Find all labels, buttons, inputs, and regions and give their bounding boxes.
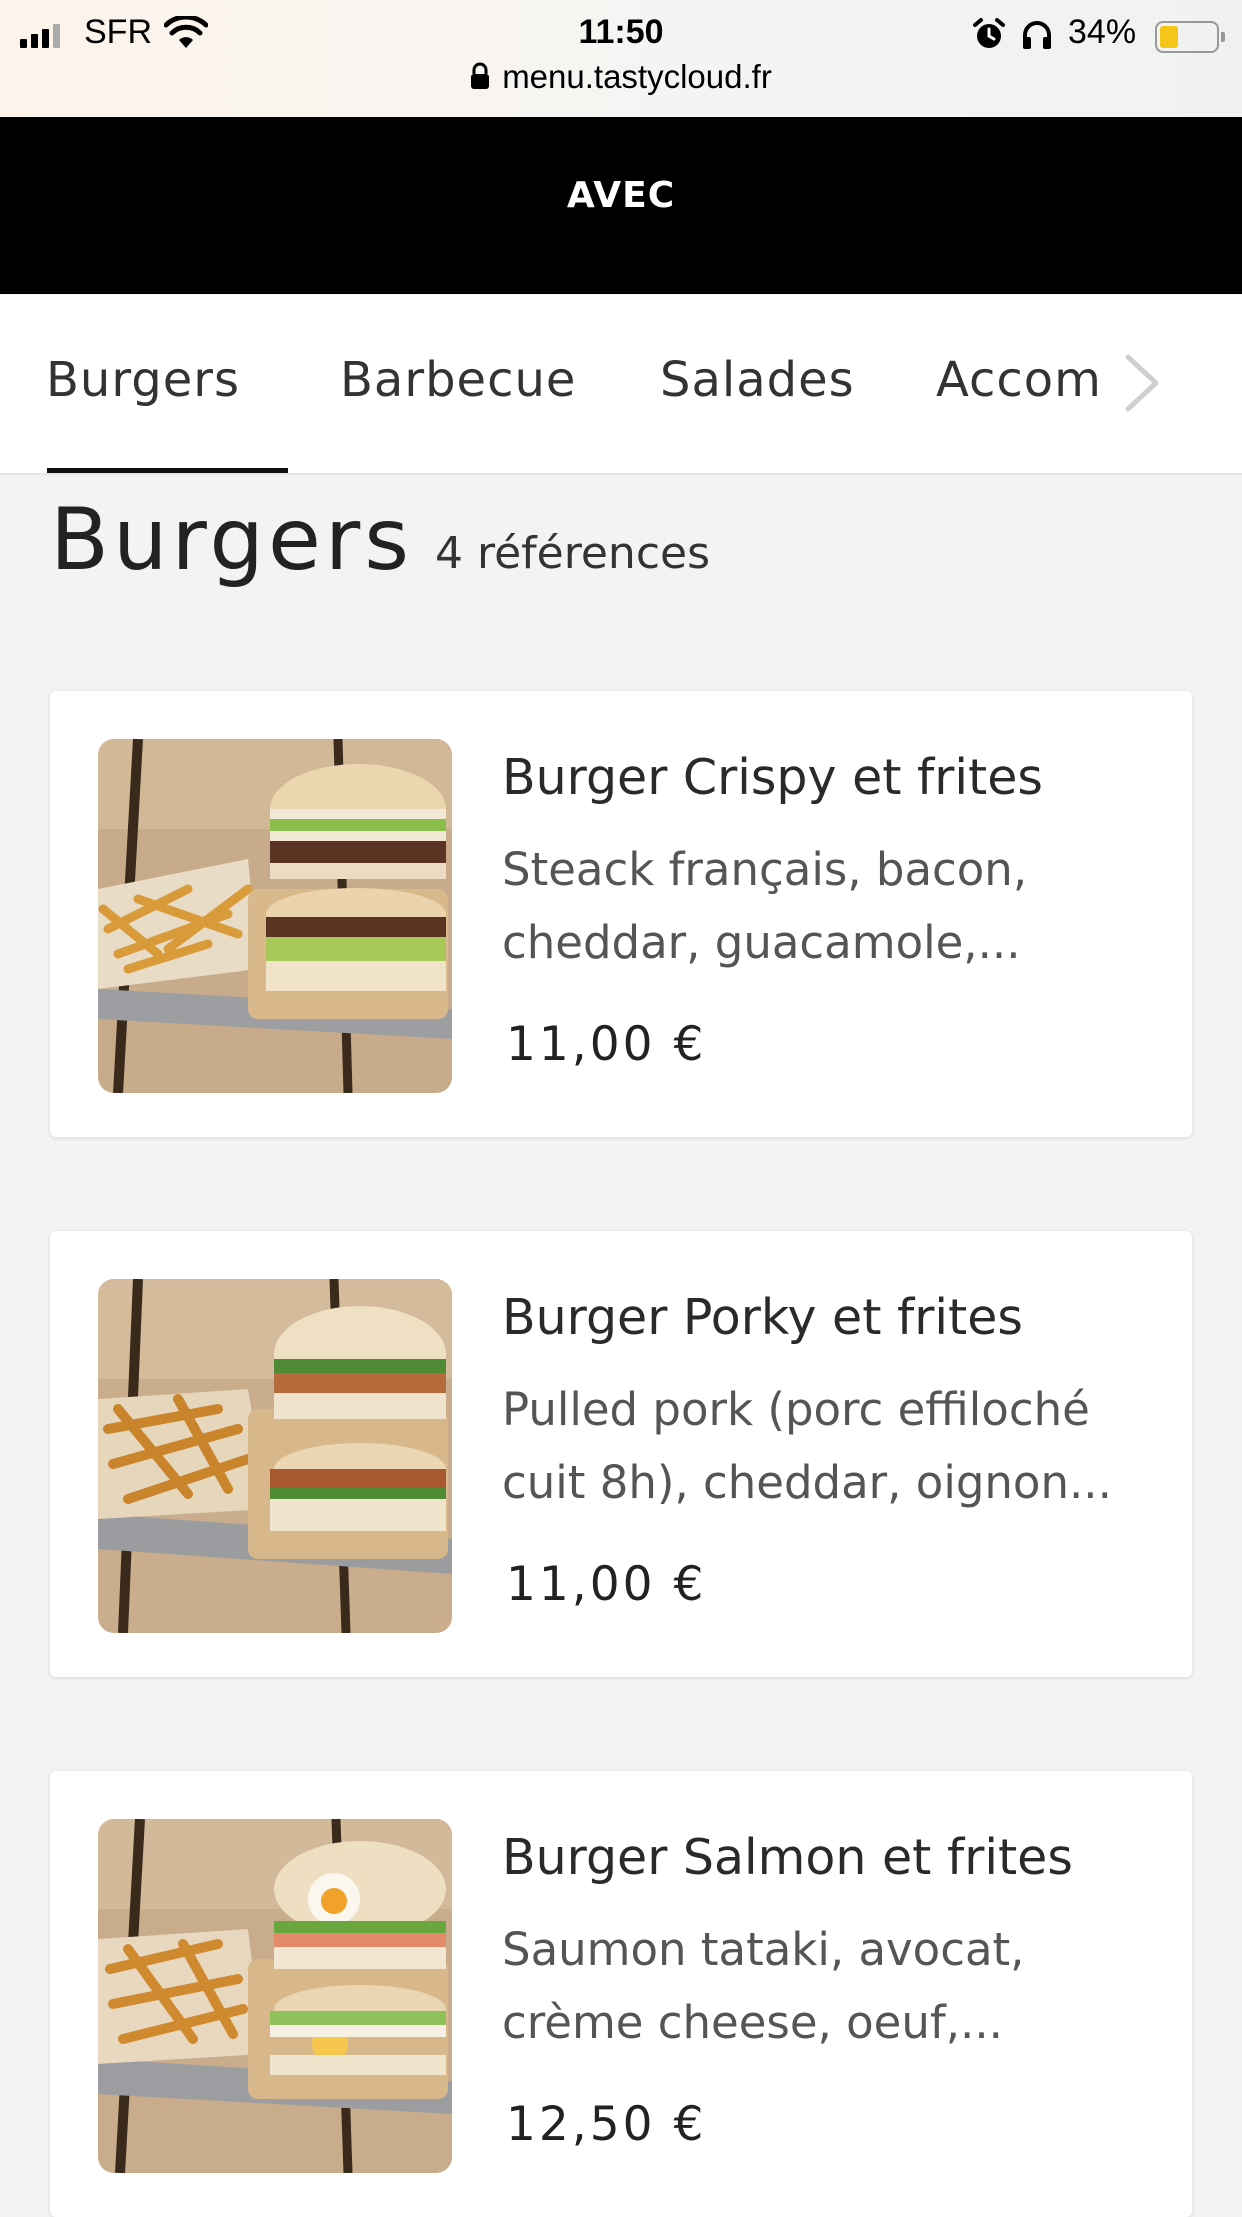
- section-item-count: 4 références: [435, 528, 710, 579]
- status-bar: SFR 11:50 34% menu.tastycloud.fr: [0, 0, 1242, 117]
- product-description: Saumon tataki, avocat, crème cheese, oeu…: [502, 1913, 1142, 2059]
- category-tabs: Burgers Barbecue Salades Accom: [0, 295, 1242, 475]
- product-price: 11,00 €: [506, 1017, 707, 1072]
- product-card[interactable]: Burger Salmon et frites Saumon tataki, a…: [50, 1771, 1192, 2217]
- alarm-clock-icon: [972, 17, 1006, 55]
- chevron-right-icon[interactable]: [1120, 353, 1164, 413]
- lock-icon: [470, 60, 490, 98]
- battery-icon: [1155, 21, 1225, 53]
- product-description: Steack français, bacon, cheddar, guacamo…: [502, 833, 1142, 979]
- product-description-line: crème cheese, oeuf,...: [502, 1996, 1003, 2049]
- product-price: 12,50 €: [506, 2097, 707, 2152]
- page-url: menu.tastycloud.fr: [502, 58, 772, 95]
- battery-percentage: 34%: [1068, 13, 1137, 51]
- tab-accompagnements[interactable]: Accom: [936, 295, 1102, 473]
- product-card[interactable]: Burger Crispy et frites Steack français,…: [50, 691, 1192, 1137]
- address-bar[interactable]: menu.tastycloud.fr: [0, 58, 1242, 98]
- product-description: Pulled pork (porc effiloché cuit 8h), ch…: [502, 1373, 1142, 1519]
- product-card[interactable]: Burger Porky et frites Pulled pork (porc…: [50, 1231, 1192, 1677]
- product-image: [98, 1279, 452, 1633]
- battery-level: [1160, 26, 1178, 48]
- product-image: [98, 1819, 452, 2173]
- product-name: Burger Porky et frites: [502, 1289, 1023, 1346]
- product-price: 11,00 €: [506, 1557, 707, 1612]
- headphones-icon: [1020, 17, 1054, 55]
- product-description-line: cuit 8h), cheddar, oignon...: [502, 1456, 1112, 1509]
- product-description-line: Saumon tataki, avocat,: [502, 1923, 1025, 1976]
- product-description-line: Pulled pork (porc effiloché: [502, 1383, 1090, 1436]
- status-time: 11:50: [578, 13, 664, 51]
- tab-burgers[interactable]: Burgers: [46, 295, 288, 473]
- product-description-line: cheddar, guacamole,...: [502, 916, 1021, 969]
- product-description-line: Steack français, bacon,: [502, 843, 1028, 896]
- restaurant-header: AVEC: [0, 117, 1242, 294]
- product-image: [98, 739, 452, 1093]
- section-title: Burgers: [50, 490, 414, 590]
- product-name: Burger Salmon et frites: [502, 1829, 1073, 1886]
- tab-salades[interactable]: Salades: [660, 295, 855, 473]
- tab-barbecue[interactable]: Barbecue: [340, 295, 576, 473]
- restaurant-logo[interactable]: AVEC: [0, 175, 1242, 216]
- product-name: Burger Crispy et frites: [502, 749, 1043, 806]
